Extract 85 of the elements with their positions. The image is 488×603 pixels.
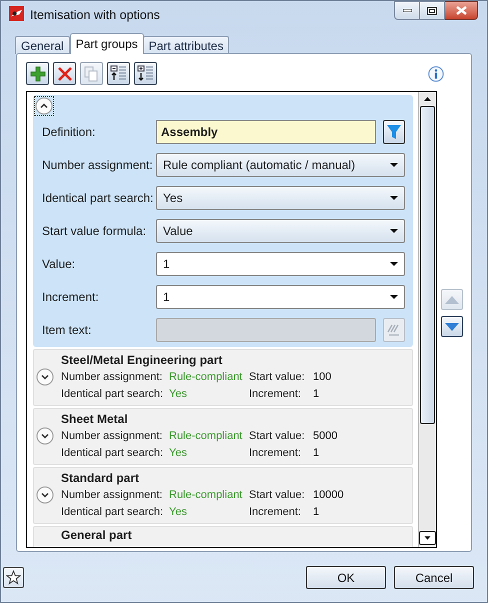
summary-label: Start value: [249, 488, 306, 502]
app-logo-icon [9, 6, 24, 21]
dropdown[interactable]: Rule compliant (automatic / manual) [156, 153, 405, 177]
field-label: Start value formula: [41, 223, 148, 240]
field-label: Identical part search: [41, 190, 154, 207]
field-label: Item text: [41, 322, 92, 339]
filter-button[interactable] [383, 120, 405, 144]
field-label: Definition: [41, 124, 96, 141]
up-triangle-icon [445, 296, 459, 304]
field-label: Value: [41, 256, 76, 273]
tab[interactable]: Part groups [70, 33, 144, 54]
summary-value: 1 [313, 446, 320, 460]
tab[interactable]: General [15, 36, 70, 54]
dialog-button[interactable]: Cancel [394, 566, 474, 589]
group-title: Standard part [61, 470, 140, 486]
field-label: Increment: [41, 289, 100, 306]
summary-label: Identical part search: [61, 386, 164, 402]
summary-label: Number assignment: [61, 370, 164, 384]
summary-value: 10000 [313, 488, 344, 502]
summary-value: Rule-compliant [169, 488, 244, 502]
summary-value: 1 [313, 504, 320, 520]
dropdown-arrow-icon [390, 163, 398, 167]
window-title: Itemisation with options [30, 7, 160, 24]
summary-value: Yes [169, 386, 188, 402]
close-button[interactable] [445, 1, 478, 20]
item-text-field[interactable] [156, 318, 376, 342]
expand-icon[interactable] [36, 486, 54, 504]
dropdown[interactable]: 1 [156, 252, 405, 276]
maximize-button[interactable] [420, 1, 445, 20]
move-up-button[interactable] [107, 62, 130, 85]
close-icon [456, 6, 466, 15]
expand-icon[interactable] [36, 427, 54, 445]
summary-label: Increment: [249, 446, 302, 460]
dropdown[interactable]: Yes [156, 186, 405, 210]
collapse-icon[interactable] [35, 97, 53, 115]
summary-label: Start value: [249, 428, 306, 444]
copy-icon [84, 66, 99, 82]
summary-value: Rule-compliant [169, 370, 244, 384]
summary-label: Number assignment: [61, 428, 164, 444]
group-title: Sheet Metal [61, 410, 129, 428]
summary-label: Increment: [249, 386, 302, 402]
collapse-all-icon [110, 65, 127, 82]
dialog-button[interactable]: OK [306, 566, 386, 589]
expand-all-icon [137, 65, 154, 82]
maximize-icon [427, 6, 437, 14]
definition-field[interactable]: Assembly [156, 120, 376, 144]
favorites-button[interactable] [3, 567, 24, 588]
star-icon [6, 570, 21, 585]
down-triangle-icon [445, 322, 459, 330]
field-label: Number assignment: [41, 157, 154, 174]
plus-icon [30, 66, 46, 82]
dropdown[interactable]: 1 [156, 285, 405, 309]
summary-value: 1 [313, 386, 320, 402]
summary-label: Number assignment: [61, 488, 164, 502]
group-title: General part [61, 527, 132, 544]
tab[interactable]: Part attributes [142, 36, 230, 54]
summary-label: Identical part search: [61, 504, 164, 520]
summary-value: 100 [313, 370, 332, 384]
minimize-button[interactable] [394, 1, 420, 20]
summary-value: Rule-compliant [169, 428, 244, 444]
move-down-button[interactable] [441, 316, 463, 337]
dropdown-arrow-icon [390, 229, 398, 233]
group-title: Steel/Metal Engineering part [61, 352, 224, 368]
summary-value: Yes [169, 446, 188, 460]
scroll-down-icon[interactable] [419, 531, 436, 545]
scrollbar[interactable] [418, 92, 436, 547]
summary-value: Yes [169, 504, 188, 520]
summary-label: Increment: [249, 504, 302, 520]
add-button[interactable] [26, 62, 49, 85]
expand-icon[interactable] [36, 368, 54, 386]
scroll-thumb[interactable] [420, 106, 435, 424]
summary-value: 5000 [313, 428, 338, 444]
summary-label: Start value: [249, 370, 306, 384]
text-style-icon [387, 323, 401, 337]
summary-label: Identical part search: [61, 446, 164, 460]
dropdown[interactable]: Value [156, 219, 405, 243]
dropdown-arrow-icon [390, 262, 398, 266]
delete-button[interactable] [53, 62, 76, 85]
dropdown-arrow-icon [390, 295, 398, 299]
info-icon[interactable] [428, 66, 444, 82]
minimize-icon [402, 9, 412, 12]
move-down-button[interactable] [134, 62, 157, 85]
dropdown-arrow-icon [390, 196, 398, 200]
filter-icon [386, 124, 402, 140]
delete-icon [56, 66, 72, 82]
